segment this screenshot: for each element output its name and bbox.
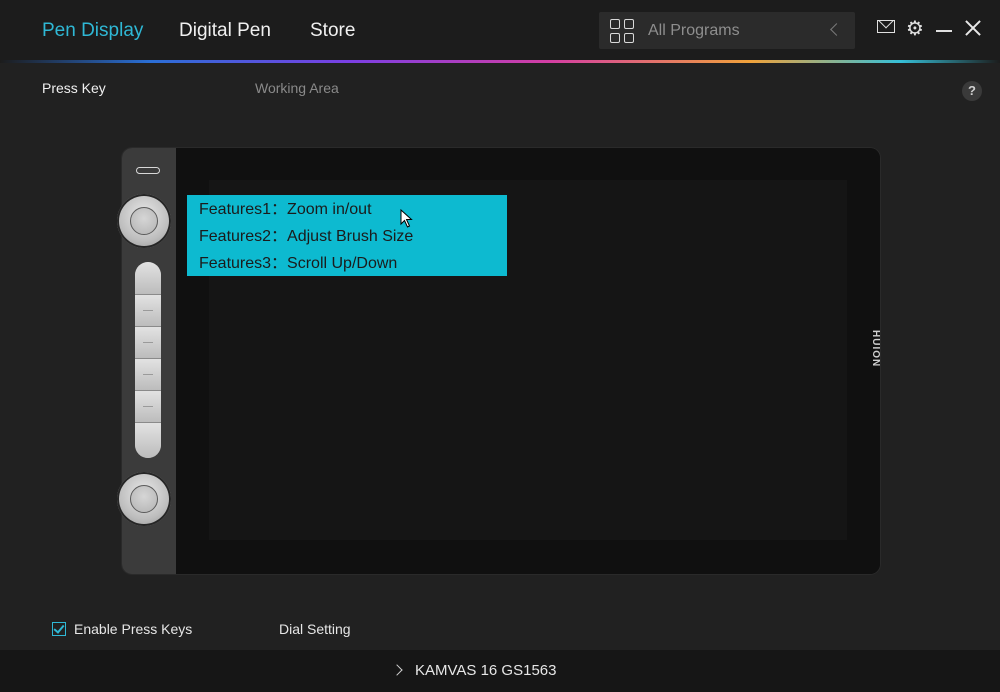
help-icon[interactable]: ? [962, 81, 982, 101]
mail-icon[interactable] [877, 20, 895, 33]
grid-icon [610, 19, 634, 43]
tooltip-line: Features3：Scroll Up/Down [199, 255, 398, 272]
features-tooltip: Features1：Zoom in/out Features2：Adjust B… [187, 195, 507, 276]
dial-top[interactable] [117, 194, 171, 248]
tooltip-line: Features1：Zoom in/out [199, 201, 372, 218]
accent-divider [0, 60, 1000, 63]
press-key-1[interactable] [135, 262, 161, 295]
minimize-icon[interactable] [936, 30, 952, 32]
close-icon[interactable] [963, 18, 983, 38]
press-key-2[interactable] [135, 295, 161, 327]
dial-bottom[interactable] [117, 472, 171, 526]
top-bar: Pen Display Digital Pen Store All Progra… [0, 0, 1000, 60]
program-select[interactable]: All Programs [599, 12, 855, 49]
tab-pen-display[interactable]: Pen Display [42, 20, 143, 42]
press-key-3[interactable] [135, 327, 161, 359]
subtab-press-key[interactable]: Press Key [42, 80, 106, 96]
chevron-left-icon[interactable] [830, 23, 843, 36]
subtab-working-area[interactable]: Working Area [255, 80, 339, 96]
press-key-6[interactable] [135, 423, 161, 458]
brand-logo: HUION [870, 330, 881, 368]
tooltip-line: Features2：Adjust Brush Size [199, 228, 414, 245]
indicator-light [136, 167, 160, 174]
press-key-stack [135, 262, 161, 458]
dial-setting-link[interactable]: Dial Setting [279, 621, 351, 637]
device-name: KAMVAS 16 GS1563 [415, 662, 557, 679]
program-select-value: All Programs [648, 22, 740, 39]
chevron-right-icon [391, 664, 403, 676]
press-key-5[interactable] [135, 391, 161, 423]
enable-press-keys-label[interactable]: Enable Press Keys [74, 621, 192, 637]
gear-icon[interactable]: ⚙ [906, 19, 924, 39]
device-status-bar[interactable]: KAMVAS 16 GS1563 [0, 650, 1000, 692]
mouse-cursor-icon [400, 209, 413, 228]
tab-digital-pen[interactable]: Digital Pen [179, 20, 271, 42]
enable-press-keys-checkbox[interactable] [52, 622, 66, 636]
press-key-4[interactable] [135, 359, 161, 391]
tab-store[interactable]: Store [310, 20, 355, 42]
